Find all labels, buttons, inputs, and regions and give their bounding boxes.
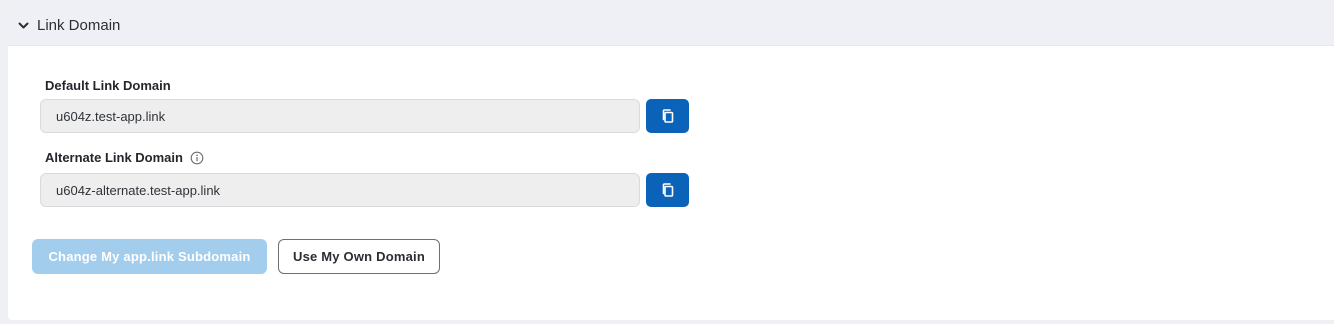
alternate-domain-label-text: Alternate Link Domain (45, 150, 183, 165)
alternate-domain-value: u604z-alternate.test-app.link (56, 182, 221, 198)
copy-alternate-domain-button[interactable] (646, 173, 689, 207)
section-header[interactable]: Link Domain (8, 6, 1334, 46)
default-domain-label-text: Default Link Domain (45, 78, 171, 93)
change-subdomain-button[interactable]: Change My app.link Subdomain (32, 239, 267, 274)
default-domain-field[interactable]: u604z.test-app.link (40, 99, 640, 133)
default-domain-label: Default Link Domain (45, 78, 171, 93)
alternate-domain-label: Alternate Link Domain (45, 150, 204, 165)
copy-icon (662, 109, 673, 123)
use-own-domain-button[interactable]: Use My Own Domain (278, 239, 440, 274)
alternate-domain-field[interactable]: u604z-alternate.test-app.link (40, 173, 640, 207)
copy-icon (662, 183, 673, 197)
copy-default-domain-button[interactable] (646, 99, 689, 133)
info-icon[interactable] (190, 151, 204, 165)
chevron-down-icon[interactable] (18, 20, 29, 31)
default-domain-value: u604z.test-app.link (56, 108, 166, 124)
section-title: Link Domain (37, 17, 121, 34)
